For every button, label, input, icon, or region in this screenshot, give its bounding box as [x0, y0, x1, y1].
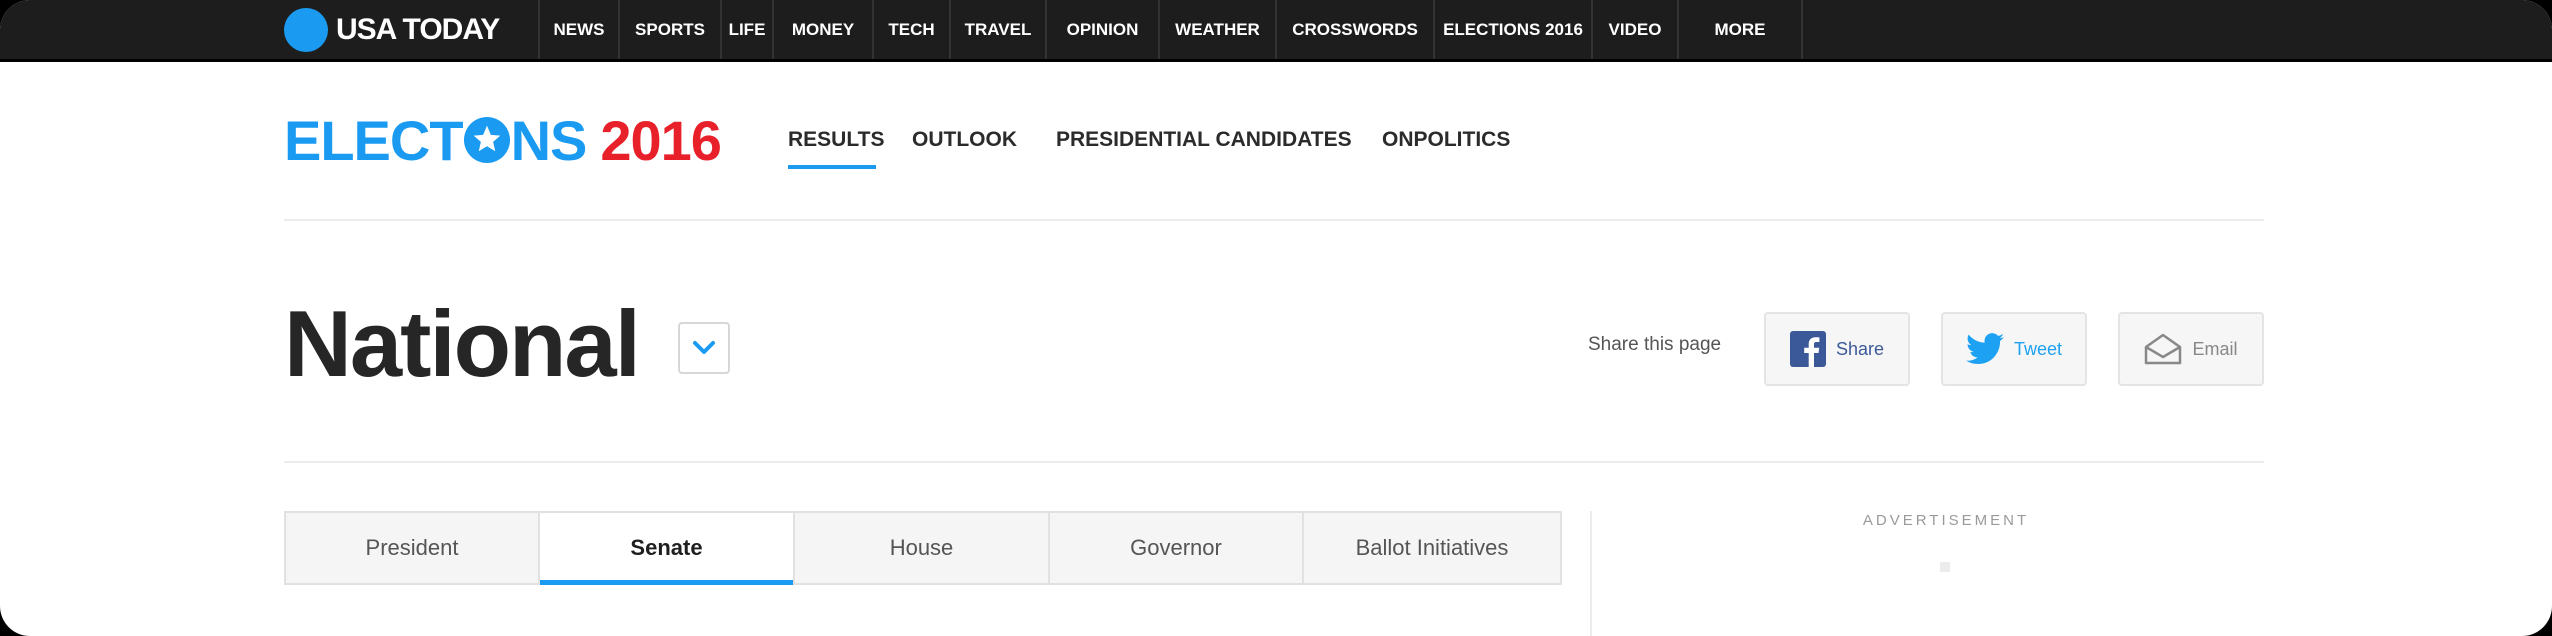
share-label: Share this page — [1588, 334, 1722, 355]
subnav-outlook[interactable]: OUTLOOK — [912, 128, 1017, 152]
region-dropdown-button[interactable] — [678, 322, 730, 374]
twitter-icon — [1965, 333, 2004, 365]
nav-item-weather[interactable]: WEATHER — [1158, 0, 1275, 59]
nav-item-money[interactable]: MONEY — [772, 0, 872, 59]
usa-today-logo-dot-icon — [284, 8, 328, 52]
twitter-share-label: Tweet — [2013, 338, 2063, 359]
nav-item-crosswords[interactable]: CROSSWORDS — [1275, 0, 1433, 59]
email-share-label: Email — [2192, 338, 2238, 359]
nav-item-tech[interactable]: TECH — [872, 0, 949, 59]
email-icon — [2145, 333, 2182, 365]
subnav-presidential-candidates[interactable]: PRESIDENTIAL CANDIDATES — [1056, 128, 1352, 152]
tab-president[interactable]: President — [284, 511, 540, 585]
top-nav-bar: USA TODAY NEWS SPORTS LIFE MONEY TECH TR… — [0, 0, 2552, 62]
nav-item-sports[interactable]: SPORTS — [618, 0, 720, 59]
usa-today-logo-text: USA TODAY — [336, 13, 500, 46]
nav-item-life[interactable]: LIFE — [720, 0, 772, 59]
title-divider — [284, 461, 2264, 463]
subnav-active-indicator — [788, 165, 876, 169]
facebook-share-button[interactable]: Share — [1764, 312, 1910, 386]
usa-today-logo[interactable]: USA TODAY — [284, 8, 500, 52]
header-divider — [284, 219, 2264, 221]
tab-senate[interactable]: Senate — [538, 511, 795, 585]
nav-item-elections-2016[interactable]: ELECTIONS 2016 — [1433, 0, 1591, 59]
subnav-results[interactable]: RESULTS — [788, 128, 884, 152]
tab-house[interactable]: House — [793, 511, 1050, 585]
facebook-share-label: Share — [1835, 338, 1885, 359]
top-nav-items: NEWS SPORTS LIFE MONEY TECH TRAVEL OPINI… — [538, 0, 1803, 59]
nav-item-video[interactable]: VIDEO — [1591, 0, 1677, 59]
browser-frame: USA TODAY NEWS SPORTS LIFE MONEY TECH TR… — [0, 0, 2552, 636]
facebook-icon — [1789, 331, 1826, 367]
tab-ballot-initiatives[interactable]: Ballot Initiatives — [1302, 511, 1562, 585]
advertisement-placeholder — [1940, 562, 1950, 572]
page-title: National — [284, 291, 641, 396]
nav-item-news[interactable]: NEWS — [538, 0, 618, 59]
elections-logo-year: 2016 — [600, 108, 722, 172]
column-divider — [1590, 511, 1592, 636]
elections-2016-logo[interactable]: ELECT NS 2016 — [284, 108, 722, 172]
race-tabs: President Senate House Governor Ballot I… — [284, 511, 1562, 585]
nav-item-more[interactable]: MORE — [1677, 0, 1803, 59]
subnav-onpolitics[interactable]: ONPOLITICS — [1382, 128, 1510, 152]
nav-item-travel[interactable]: TRAVEL — [949, 0, 1045, 59]
star-icon — [463, 117, 510, 163]
advertisement-label: ADVERTISEMENT — [1862, 512, 2030, 529]
email-share-button[interactable]: Email — [2118, 312, 2264, 386]
tab-governor[interactable]: Governor — [1048, 511, 1304, 585]
elections-logo-text-right: NS — [510, 108, 588, 172]
twitter-share-button[interactable]: Tweet — [1941, 312, 2087, 386]
elections-logo-text-left: ELECT — [284, 108, 464, 172]
chevron-down-icon — [693, 341, 715, 354]
nav-item-opinion[interactable]: OPINION — [1045, 0, 1158, 59]
